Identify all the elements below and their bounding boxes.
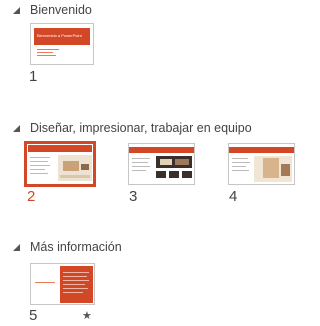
slide-image-detail: [263, 158, 279, 178]
slide-text-line: [63, 292, 83, 293]
slide-header-bar: [229, 147, 294, 153]
slide-image-detail: [182, 171, 192, 178]
slide-thumbnail-5[interactable]: [30, 263, 95, 305]
section-title: Diseñar, impresionar, trabajar en equipo: [30, 121, 252, 135]
slide-image-detail: [160, 159, 172, 165]
slide-text-line: [132, 158, 150, 159]
slide-number-5: 5: [29, 307, 38, 324]
section-title: Bienvenido: [30, 3, 92, 17]
slide-text-line: [30, 157, 50, 158]
slide-text-line: [63, 280, 89, 281]
slide-text-line: [232, 170, 249, 171]
slide-image-detail: [169, 171, 179, 178]
slide-text-line: [35, 282, 55, 283]
slide-text-line: [30, 165, 50, 166]
slide-image-detail: [281, 164, 290, 176]
slide-text-line: [63, 272, 89, 273]
slide-thumbnail-3[interactable]: [128, 143, 195, 185]
slide-text-line: [132, 170, 146, 171]
slide-text-line: [63, 284, 85, 285]
collapse-triangle-icon[interactable]: [13, 244, 20, 251]
slide-text-line: [232, 166, 246, 167]
slide-number-4: 4: [229, 188, 238, 205]
slide-text-line: [232, 158, 248, 159]
slide-text-line: [132, 162, 148, 163]
slide-text-line: [232, 162, 250, 163]
slide-text-line: [37, 52, 53, 53]
slide-thumbnail-1[interactable]: Bienvenido a PowerPoint: [30, 23, 94, 65]
slide-text-line: [30, 173, 48, 174]
collapse-triangle-icon[interactable]: [13, 7, 20, 14]
section-header-bienvenido[interactable]: Bienvenido: [0, 2, 310, 20]
slide-image-detail: [156, 171, 166, 178]
slide-number-3: 3: [129, 188, 138, 205]
slide-image-detail: [81, 164, 89, 170]
slide-header-bar: [28, 145, 92, 152]
star-icon[interactable]: ★: [82, 310, 92, 322]
slide-text-line: [37, 55, 56, 56]
section-header-disenar[interactable]: Diseñar, impresionar, trabajar en equipo: [0, 120, 310, 138]
slide-text-line: [132, 166, 150, 167]
slide-number-2: 2: [27, 188, 36, 205]
slide-text-line: [63, 288, 88, 289]
slide-text-line: [63, 276, 87, 277]
slide-thumb-title: Bienvenido a PowerPoint: [37, 33, 82, 38]
slide-text-line: [37, 49, 59, 50]
slide-image-detail: [63, 161, 79, 171]
slide-thumbnail-4[interactable]: [228, 143, 295, 185]
slide-number-1: 1: [29, 68, 38, 85]
section-header-mas-informacion[interactable]: Más información: [0, 239, 310, 257]
slide-thumbnail-2[interactable]: [24, 141, 96, 187]
slide-image-detail: [60, 175, 90, 178]
section-title: Más información: [30, 240, 122, 254]
collapse-triangle-icon[interactable]: [13, 125, 20, 132]
slide-image-detail: [175, 159, 189, 165]
slide-text-line: [30, 161, 48, 162]
slide-header-bar: [129, 147, 194, 153]
slide-text-line: [30, 169, 45, 170]
